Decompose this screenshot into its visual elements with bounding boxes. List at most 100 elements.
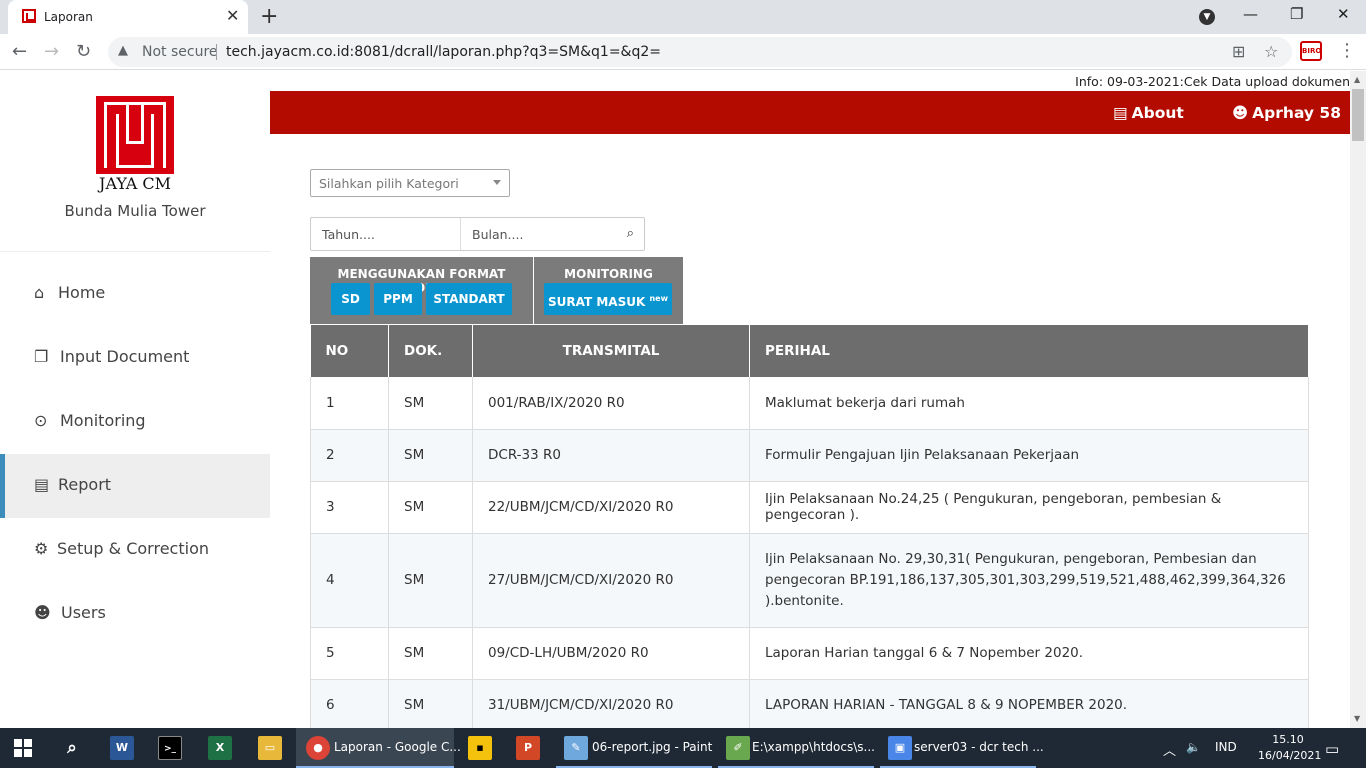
cell-perihal: Ijin Pelaksanaan No. 29,30,31( Pengukura… [749,533,1309,628]
sidebar-item-label: Report [58,475,112,494]
url-text[interactable]: tech.jayacm.co.id:8081/dcrall/laporan.ph… [226,44,661,60]
sidebar-item-users[interactable]: ☻ Users [0,582,270,646]
taskbar-item-remote-desktop[interactable]: ▣ server03 - dcr tech ... [880,728,1044,768]
windows-start-icon[interactable] [14,739,32,757]
surat-masuk-button[interactable]: SURAT MASUK new [544,283,672,315]
cell-perihal: Ijin Pelaksanaan No.24,25 ( Pengukuran, … [749,481,1309,534]
scroll-up-icon[interactable]: ▲ [1354,75,1360,84]
paint-icon: ✎ [564,736,588,760]
word-icon[interactable]: W [110,736,134,760]
scrollbar-thumb[interactable] [1352,89,1364,141]
page-scrollbar[interactable]: ▲ ▼ [1350,71,1366,728]
sidebar-item-setup-correction[interactable]: ⚙ Setup & Correction [0,518,270,582]
taskbar-item-chrome[interactable]: ● Laporan - Google C... [296,728,461,768]
taskbar-item-notepad[interactable]: ✐ E:\xampp\htdocs\s... [718,728,875,768]
surat-masuk-label: SURAT MASUK [548,295,646,309]
close-tab-icon[interactable]: ✕ [226,6,239,25]
warning-icon[interactable]: ▲ [118,43,128,58]
sidebar-item-input-document[interactable]: ❐ Input Document [0,326,270,390]
sidebar-item-label: Setup & Correction [57,539,209,558]
column-header-no[interactable]: NO [310,325,389,377]
volume-icon[interactable]: 🔈 [1186,740,1201,754]
about-link[interactable]: ▤ About [1113,104,1184,122]
sidebar-item-report[interactable]: ▤ Report [0,454,270,518]
category-select-text: Silahkan pilih Kategori [319,176,459,191]
table-header-row: NO DOK. TRANSMITAL PERIHAL [310,325,1309,377]
table-row[interactable]: 1 SM 001/RAB/IX/2020 R0 Maklumat bekerja… [310,377,1309,430]
restore-icon[interactable]: ❐ [1290,5,1303,23]
ppm-button[interactable]: PPM [374,283,422,315]
sidebar-item-label: Input Document [60,347,190,366]
table-row[interactable]: 6 SM 31/UBM/JCM/CD/XI/2020 R0 LAPORAN HA… [310,679,1309,728]
notification-icon[interactable]: ▭ [1325,740,1339,758]
new-tab-icon[interactable]: + [260,4,278,29]
clock-time: 15.10 [1272,733,1304,746]
cell-dok: SM [388,627,473,680]
table-row[interactable]: 5 SM 09/CD-LH/UBM/2020 R0 Laporan Harian… [310,627,1309,680]
column-header-transmital[interactable]: TRANSMITAL [472,325,750,377]
back-icon[interactable]: ← [12,41,27,62]
year-input[interactable] [311,218,460,250]
scroll-down-icon[interactable]: ▼ [1354,714,1360,723]
month-input[interactable] [461,218,611,250]
sidebar-divider [0,251,270,252]
binoculars-icon: ⊙ [34,411,48,430]
address-bar[interactable]: ▲ Not secure tech.jayacm.co.id:8081/dcra… [108,37,1292,67]
cell-transmital: 22/UBM/JCM/CD/XI/2020 R0 [472,481,750,534]
search-icon[interactable]: ⌕ [60,736,84,760]
user-menu-link[interactable]: ☻ Aprhay 58 [1232,104,1341,122]
sticky-notes-icon[interactable]: ▪ [468,736,492,760]
user-icon: ☻ [1232,104,1249,122]
translate-icon[interactable]: ⊞ [1232,42,1245,61]
cell-transmital: 09/CD-LH/UBM/2020 R0 [472,627,750,680]
user-name: Aprhay 58 [1252,104,1341,122]
standart-button[interactable]: STANDART [426,283,512,315]
browser-tab[interactable]: Laporan ✕ [8,0,248,34]
powerpoint-icon[interactable]: P [516,736,540,760]
report-format-box: MENGGUNAKAN FORMAT LAPORAN SD PPM STANDA… [310,257,533,324]
clock-date: 16/04/2021 [1258,749,1322,762]
search-icon[interactable]: ⌕ [627,226,634,241]
taskbar-item-paint[interactable]: ✎ 06-report.jpg - Paint [556,728,712,768]
reload-icon[interactable]: ↻ [76,41,91,62]
tab-title: Laporan [44,10,93,24]
cell-perihal: LAPORAN HARIAN - TANGGAL 8 & 9 NOPEMBER … [749,679,1309,728]
close-window-icon[interactable]: ✕ [1337,5,1350,23]
chrome-icon: ● [306,736,330,760]
cell-no: 5 [310,627,389,680]
terminal-icon[interactable]: >_ [158,736,182,760]
file-explorer-icon[interactable]: ▭ [258,736,282,760]
cell-transmital: 31/UBM/JCM/CD/XI/2020 R0 [472,679,750,728]
bookmark-star-icon[interactable]: ☆ [1264,42,1278,61]
monitoring-box: MONITORING SURAT MASUK new [534,257,683,324]
cell-transmital: 27/UBM/JCM/CD/XI/2020 R0 [472,533,750,628]
table-row[interactable]: 3 SM 22/UBM/JCM/CD/XI/2020 R0 Ijin Pelak… [310,481,1309,534]
table-row[interactable]: 4 SM 27/UBM/JCM/CD/XI/2020 R0 Ijin Pelak… [310,533,1309,628]
new-badge: new [649,294,668,303]
category-select[interactable]: Silahkan pilih Kategori [310,169,510,197]
extension-icon[interactable]: BIRO [1300,41,1322,61]
sidebar-item-home[interactable]: ⌂ Home [0,262,270,326]
not-secure-label[interactable]: Not secure [142,44,218,60]
browser-menu-icon[interactable]: ⋮ [1338,40,1356,61]
column-header-perihal[interactable]: PERIHAL [749,325,1309,377]
tab-search-icon[interactable]: ▼ [1199,9,1215,25]
sd-button[interactable]: SD [331,283,370,315]
table-row[interactable]: 2 SM DCR-33 R0 Formulir Pengajuan Ijin P… [310,429,1309,482]
jaya-cm-logo [96,96,174,174]
excel-icon[interactable]: X [208,736,232,760]
forward-icon[interactable]: → [44,41,59,62]
sidebar-item-monitoring[interactable]: ⊙ Monitoring [0,390,270,454]
web-page: JAYA CM Bunda Mulia Tower ⌂ Home ❐ Input… [0,71,1366,728]
system-clock[interactable]: 15.10 16/04/2021 [1258,732,1322,764]
brand-subtitle: Bunda Mulia Tower [64,202,206,220]
users-icon: ☻ [34,603,51,622]
language-indicator[interactable]: IND [1215,740,1237,754]
logo-text: JAYA CM [99,174,171,193]
minimize-icon[interactable]: — [1243,5,1258,23]
chevron-up-icon[interactable]: ︿ [1163,740,1176,759]
taskbar-item-label: server03 - dcr tech ... [914,740,1044,754]
cell-no: 2 [310,429,389,482]
cell-perihal: Laporan Harian tanggal 6 & 7 Nopember 20… [749,627,1309,680]
column-header-dok[interactable]: DOK. [388,325,473,377]
